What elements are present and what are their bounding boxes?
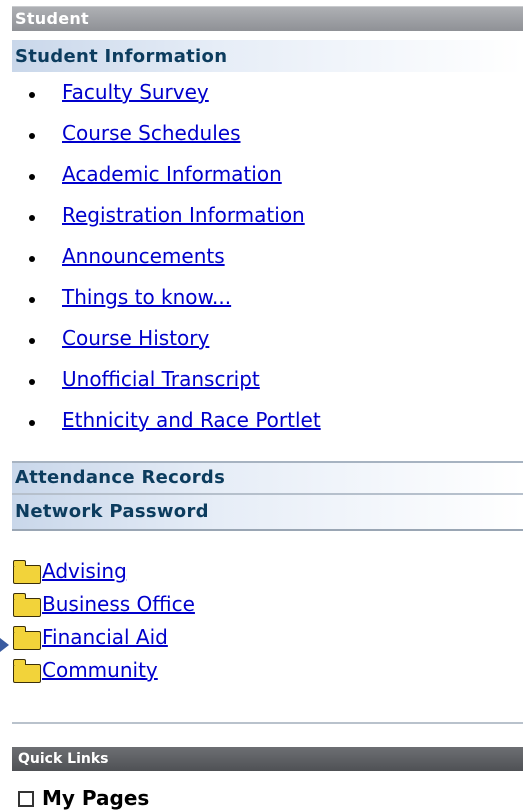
list-item: Academic Information: [12, 162, 432, 194]
unofficial-transcript-link[interactable]: Unofficial Transcript: [62, 367, 260, 391]
folder-item-advising[interactable]: Advising: [12, 557, 312, 587]
bullet-icon: [29, 133, 35, 139]
section-divider: [12, 722, 523, 724]
student-header: Student: [12, 6, 523, 31]
list-item: Unofficial Transcript: [12, 367, 432, 399]
list-item: Announcements: [12, 244, 432, 276]
list-item: Ethnicity and Race Portlet: [12, 408, 432, 440]
my-pages-item[interactable]: My Pages: [12, 784, 312, 810]
faculty-survey-link[interactable]: Faculty Survey: [62, 80, 209, 104]
network-password-header[interactable]: Network Password: [12, 493, 523, 531]
folder-item-financial-aid[interactable]: Financial Aid: [12, 623, 312, 653]
advising-link[interactable]: Advising: [42, 559, 127, 583]
my-pages-label: My Pages: [42, 786, 150, 810]
ethnicity-and-race-portlet-link[interactable]: Ethnicity and Race Portlet: [62, 408, 321, 432]
attendance-records-title: Attendance Records: [15, 467, 226, 488]
student-header-title: Student: [15, 9, 90, 28]
folder-icon: [13, 593, 41, 617]
arrow-right-icon: [0, 638, 9, 652]
list-item: Registration Information: [12, 203, 432, 235]
financial-aid-link[interactable]: Financial Aid: [42, 625, 168, 649]
bullet-icon: [29, 379, 35, 385]
course-history-link[interactable]: Course History: [62, 326, 209, 350]
quick-links-header: Quick Links: [12, 747, 523, 771]
student-information-header[interactable]: Student Information: [12, 40, 523, 72]
list-item: Course History: [12, 326, 432, 358]
list-item: Things to know...: [12, 285, 432, 317]
things-to-know-link[interactable]: Things to know...: [62, 285, 231, 309]
quick-links-title: Quick Links: [18, 751, 109, 767]
bullet-icon: [29, 338, 35, 344]
bullet-icon: [29, 297, 35, 303]
folder-icon: [13, 560, 41, 584]
community-link[interactable]: Community: [42, 658, 158, 682]
academic-information-link[interactable]: Academic Information: [62, 162, 282, 186]
student-portlet-panel: Student Student Information Faculty Surv…: [12, 0, 523, 810]
bullet-icon: [29, 256, 35, 262]
student-information-title: Student Information: [15, 46, 228, 67]
registration-information-link[interactable]: Registration Information: [62, 203, 305, 227]
folder-item-business-office[interactable]: Business Office: [12, 590, 312, 620]
bullet-icon: [29, 174, 35, 180]
business-office-link[interactable]: Business Office: [42, 592, 195, 616]
folder-icon: [13, 626, 41, 650]
checkbox-icon[interactable]: [18, 791, 34, 807]
list-item: Course Schedules: [12, 121, 432, 153]
announcements-link[interactable]: Announcements: [62, 244, 225, 268]
bullet-icon: [29, 215, 35, 221]
list-item: Faculty Survey: [12, 80, 432, 112]
attendance-records-header[interactable]: Attendance Records: [12, 461, 523, 493]
bullet-icon: [29, 420, 35, 426]
network-password-title: Network Password: [15, 501, 209, 522]
bullet-icon: [29, 92, 35, 98]
folder-icon: [13, 659, 41, 683]
folder-item-community[interactable]: Community: [12, 656, 312, 686]
course-schedules-link[interactable]: Course Schedules: [62, 121, 241, 145]
